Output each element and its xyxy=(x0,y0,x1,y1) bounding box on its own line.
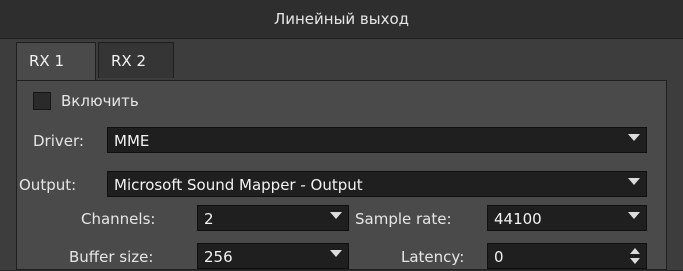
sample-rate-value: 44100 xyxy=(494,210,542,228)
driver-value: MME xyxy=(114,132,150,150)
spin-up-icon[interactable] xyxy=(630,248,640,254)
spin-down-icon[interactable] xyxy=(630,258,640,264)
chevron-down-icon xyxy=(628,178,640,185)
chevron-down-icon xyxy=(628,134,640,141)
driver-row: Driver: MME xyxy=(17,127,666,155)
enable-row: Включить xyxy=(17,81,666,121)
latency-spinbox[interactable]: 0 xyxy=(487,243,647,269)
channels-samplerate-row: Channels: 2 Sample rate: 44100 xyxy=(17,205,666,233)
latency-value: 0 xyxy=(494,248,504,266)
enable-label: Включить xyxy=(61,92,139,110)
output-value: Microsoft Sound Mapper - Output xyxy=(114,176,363,194)
driver-select[interactable]: MME xyxy=(107,127,647,153)
chevron-down-icon xyxy=(628,212,640,219)
output-row: Output: Microsoft Sound Mapper - Output xyxy=(17,171,666,199)
buffer-size-value: 256 xyxy=(204,248,233,266)
latency-label: Latency: xyxy=(401,248,465,266)
window-title: Линейный выход xyxy=(0,0,683,39)
sample-rate-label: Sample rate: xyxy=(355,210,452,228)
channels-label: Channels: xyxy=(81,210,156,228)
rx1-panel: Включить Driver: MME Output: Microsoft S… xyxy=(16,80,667,270)
tab-rx2-label: RX 2 xyxy=(111,52,147,70)
buffer-size-select[interactable]: 256 xyxy=(197,243,349,269)
channels-select[interactable]: 2 xyxy=(197,205,349,231)
buffer-latency-row: Buffer size: 256 Latency: 0 xyxy=(17,243,666,271)
channels-value: 2 xyxy=(204,210,214,228)
enable-checkbox[interactable] xyxy=(33,92,51,110)
buffer-size-label: Buffer size: xyxy=(69,248,154,266)
sample-rate-select[interactable]: 44100 xyxy=(487,205,647,231)
tab-rx1-label: RX 1 xyxy=(29,52,65,70)
tab-rx2[interactable]: RX 2 xyxy=(98,42,174,78)
chevron-down-icon xyxy=(330,212,342,219)
line-output-window: Линейный выход RX 1 RX 2 Включить Driver… xyxy=(0,0,683,270)
output-label: Output: xyxy=(19,176,77,194)
driver-label: Driver: xyxy=(33,132,84,150)
tab-rx1[interactable]: RX 1 xyxy=(16,42,96,80)
chevron-down-icon xyxy=(330,250,342,257)
output-select[interactable]: Microsoft Sound Mapper - Output xyxy=(107,171,647,197)
